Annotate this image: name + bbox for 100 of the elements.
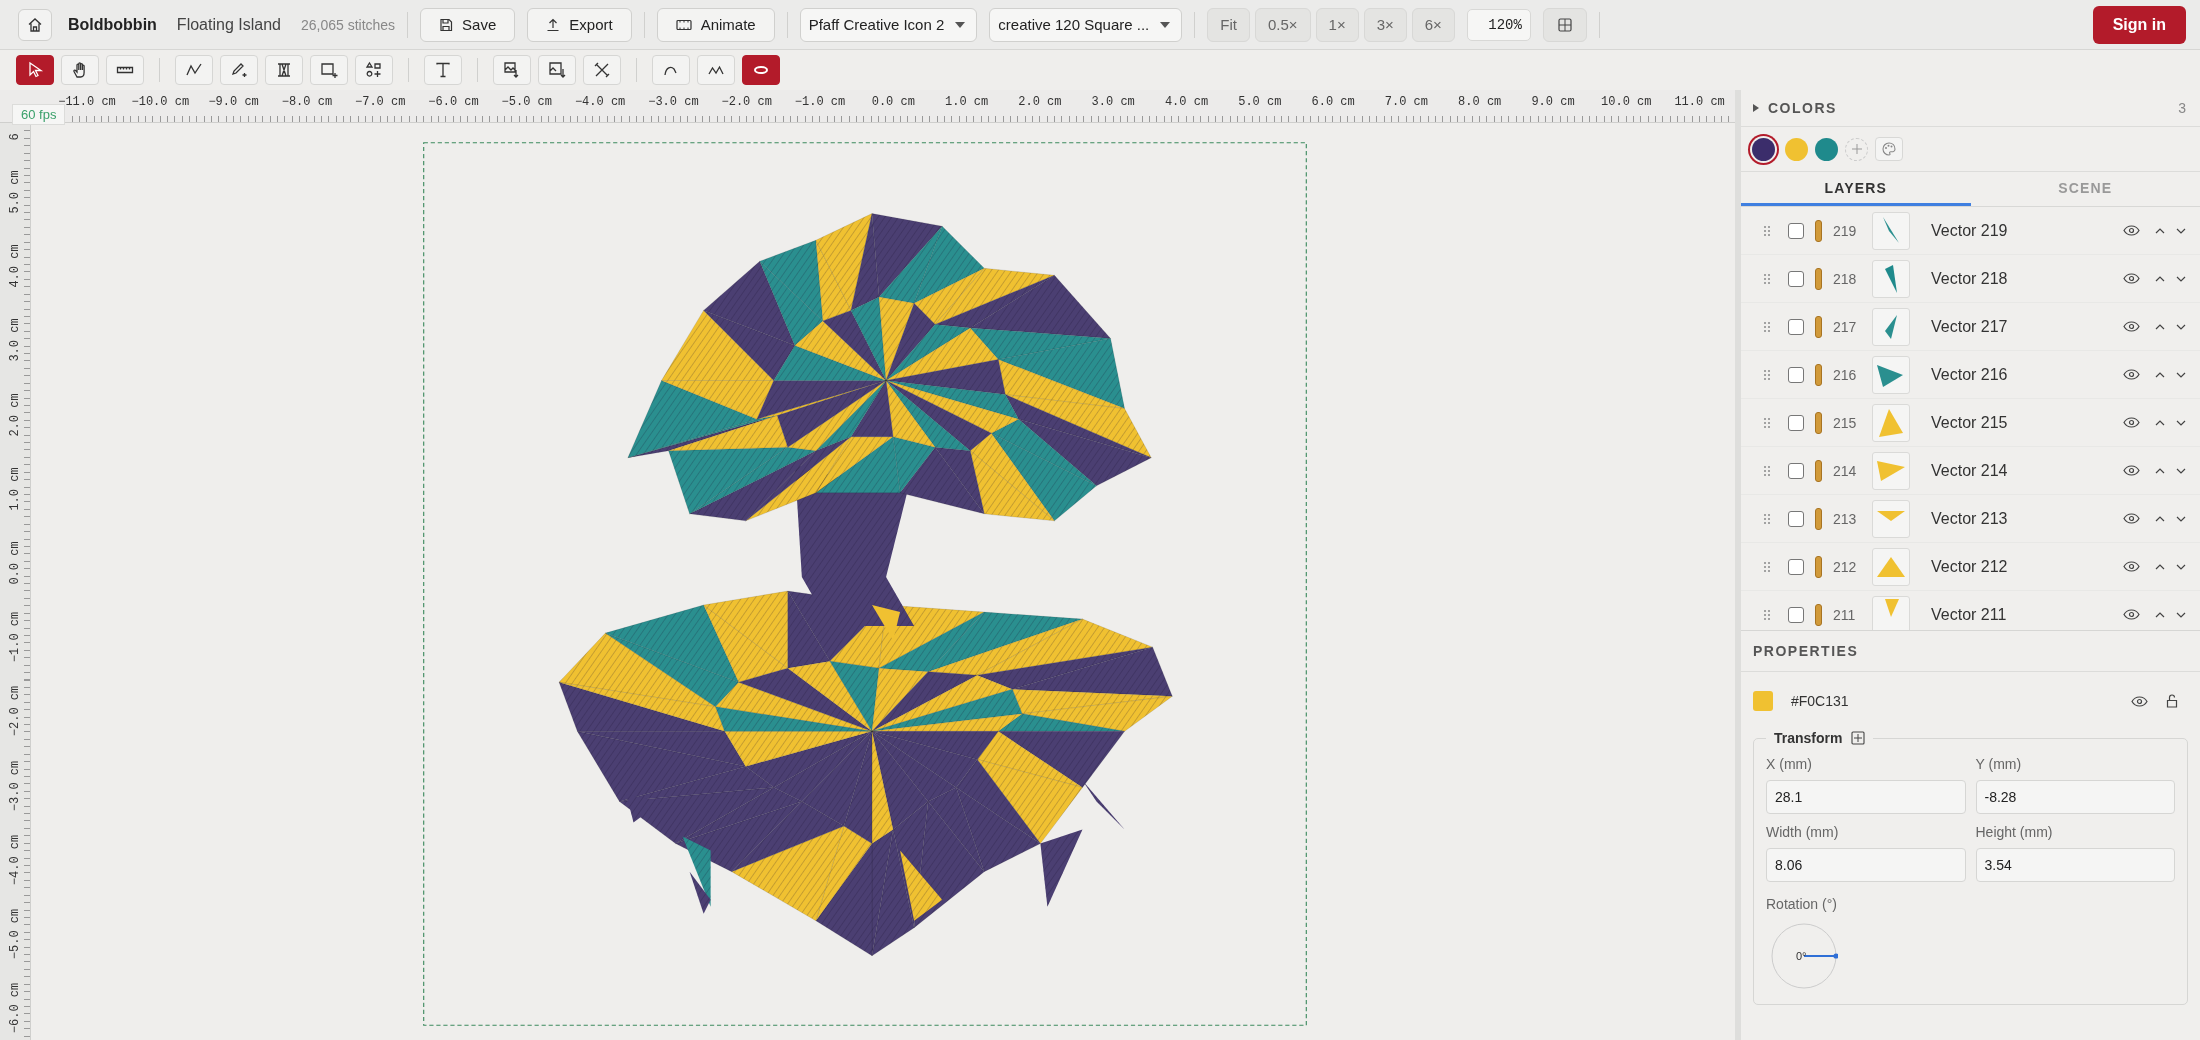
- sign-in-button[interactable]: Sign in: [2092, 5, 2186, 44]
- layer-checkbox[interactable]: [1788, 462, 1804, 479]
- number-input-field[interactable]: 28.1: [1766, 780, 1966, 814]
- drag-handle-icon[interactable]: [1763, 272, 1771, 285]
- ruler-label: 8.0 cm: [1458, 95, 1502, 109]
- layer-row[interactable]: 216 Vector 216: [1741, 351, 2200, 399]
- layer-row[interactable]: 212 Vector 212: [1741, 543, 2200, 591]
- zoom-preset-button[interactable]: 1×: [1315, 7, 1359, 42]
- eye-icon[interactable]: [2123, 513, 2140, 524]
- zoom-preset-button[interactable]: 6×: [1411, 7, 1455, 42]
- column-icon: [275, 61, 293, 79]
- column-tool-button[interactable]: [265, 55, 303, 85]
- eye-icon[interactable]: [2131, 695, 2148, 707]
- chevron-down-icon[interactable]: [2176, 419, 2186, 426]
- layer-row[interactable]: 218 Vector 218: [1741, 255, 2200, 303]
- export-button[interactable]: Export: [527, 7, 632, 42]
- eye-icon[interactable]: [2123, 225, 2140, 236]
- home-button[interactable]: [18, 8, 52, 41]
- eye-icon[interactable]: [2123, 273, 2140, 284]
- layer-checkbox[interactable]: [1788, 318, 1804, 335]
- machine-dropdown[interactable]: Pfaff Creative Icon 2: [799, 7, 978, 42]
- cross-tool-button[interactable]: [583, 55, 621, 85]
- chevron-down-icon[interactable]: [2176, 227, 2186, 234]
- layer-checkbox[interactable]: [1788, 414, 1804, 431]
- hand-tool-button[interactable]: [61, 55, 99, 85]
- eye-icon[interactable]: [2123, 321, 2140, 332]
- eye-icon[interactable]: [2123, 417, 2140, 428]
- shapes-tool-button[interactable]: [355, 55, 393, 85]
- number-input-field[interactable]: -8.28: [1975, 780, 2175, 814]
- curve-tool-button[interactable]: [652, 55, 690, 85]
- fill-color-swatch[interactable]: [1753, 691, 1773, 711]
- eye-icon[interactable]: [2123, 369, 2140, 380]
- number-input-field[interactable]: 8.06: [1766, 848, 1966, 882]
- drag-handle-icon[interactable]: [1763, 560, 1771, 573]
- chevron-up-icon[interactable]: [2155, 611, 2165, 618]
- oval-tool-button[interactable]: [742, 55, 780, 85]
- layer-checkbox[interactable]: [1788, 366, 1804, 383]
- hoop-dropdown[interactable]: creative 120 Square ...: [989, 7, 1183, 42]
- layer-checkbox[interactable]: [1788, 510, 1804, 527]
- layer-row[interactable]: 219 Vector 219: [1741, 207, 2200, 255]
- chevron-down-icon[interactable]: [2176, 467, 2186, 474]
- eye-icon[interactable]: [2123, 561, 2140, 572]
- grid-toggle-button[interactable]: [1542, 7, 1587, 42]
- eye-icon[interactable]: [2123, 465, 2140, 476]
- number-input-field[interactable]: 3.54: [1975, 848, 2175, 882]
- align-center-icon[interactable]: [1851, 731, 1866, 745]
- chevron-up-icon[interactable]: [2155, 563, 2165, 570]
- layer-row[interactable]: 211 Vector 211: [1741, 591, 2200, 630]
- drag-handle-icon[interactable]: [1763, 464, 1771, 477]
- layer-checkbox[interactable]: [1788, 222, 1804, 239]
- thread-color-swatch[interactable]: [1815, 137, 1838, 161]
- text-tool-button[interactable]: [424, 55, 462, 85]
- unlocked-padlock-icon[interactable]: [2166, 694, 2178, 708]
- drag-handle-icon[interactable]: [1763, 512, 1771, 525]
- rect-tool-button[interactable]: [310, 55, 348, 85]
- layer-row[interactable]: 215 Vector 215: [1741, 399, 2200, 447]
- image-in-tool-button[interactable]: [493, 55, 531, 85]
- measure-tool-button[interactable]: [106, 55, 144, 85]
- chevron-down-icon[interactable]: [2176, 611, 2186, 618]
- eye-icon[interactable]: [2123, 609, 2140, 620]
- chevron-down-icon[interactable]: [2176, 371, 2186, 378]
- layer-checkbox[interactable]: [1788, 270, 1804, 287]
- rotation-dial[interactable]: 0°: [1770, 922, 1838, 990]
- chevron-up-icon[interactable]: [2155, 227, 2165, 234]
- pen-tool-button[interactable]: [220, 55, 258, 85]
- collapse-triangle-icon[interactable]: [1753, 104, 1759, 112]
- zoom-preset-button[interactable]: Fit: [1207, 7, 1250, 42]
- polyline-tool-button[interactable]: [175, 55, 213, 85]
- save-button[interactable]: Save: [420, 7, 516, 42]
- layer-row[interactable]: 217 Vector 217: [1741, 303, 2200, 351]
- drag-handle-icon[interactable]: [1763, 416, 1771, 429]
- chevron-up-icon[interactable]: [2155, 371, 2165, 378]
- image-out-tool-button[interactable]: [538, 55, 576, 85]
- thread-color-swatch[interactable]: [1785, 137, 1808, 161]
- drag-handle-icon[interactable]: [1763, 224, 1771, 237]
- chevron-up-icon[interactable]: [2155, 419, 2165, 426]
- palette-button[interactable]: [1875, 137, 1903, 161]
- layer-row[interactable]: 213 Vector 213: [1741, 495, 2200, 543]
- chevron-down-icon[interactable]: [2176, 515, 2186, 522]
- panel-tab[interactable]: LAYERS: [1741, 172, 1971, 206]
- zoom-field[interactable]: 120%: [1466, 8, 1531, 41]
- animate-button[interactable]: Animate: [656, 7, 775, 42]
- select-tool-button[interactable]: [16, 55, 54, 85]
- zoom-preset-button[interactable]: 3×: [1363, 7, 1407, 42]
- layer-number: 217: [1833, 318, 1858, 335]
- zoom-preset-button[interactable]: 0.5×: [1254, 7, 1311, 42]
- chevron-up-icon[interactable]: [2155, 275, 2165, 282]
- chevron-up-icon[interactable]: [2155, 323, 2165, 330]
- chevron-down-icon[interactable]: [2176, 323, 2186, 330]
- layer-checkbox[interactable]: [1788, 558, 1804, 575]
- chevron-down-icon[interactable]: [2176, 563, 2186, 570]
- drag-handle-icon[interactable]: [1763, 368, 1771, 381]
- layer-checkbox[interactable]: [1788, 606, 1804, 623]
- zigzag-tool-button[interactable]: [697, 55, 735, 85]
- chevron-up-icon[interactable]: [2155, 515, 2165, 522]
- drag-handle-icon[interactable]: [1763, 608, 1771, 621]
- chevron-down-icon[interactable]: [2176, 275, 2186, 282]
- chevron-up-icon[interactable]: [2155, 467, 2165, 474]
- drag-handle-icon[interactable]: [1763, 320, 1771, 333]
- layer-row[interactable]: 214 Vector 214: [1741, 447, 2200, 495]
